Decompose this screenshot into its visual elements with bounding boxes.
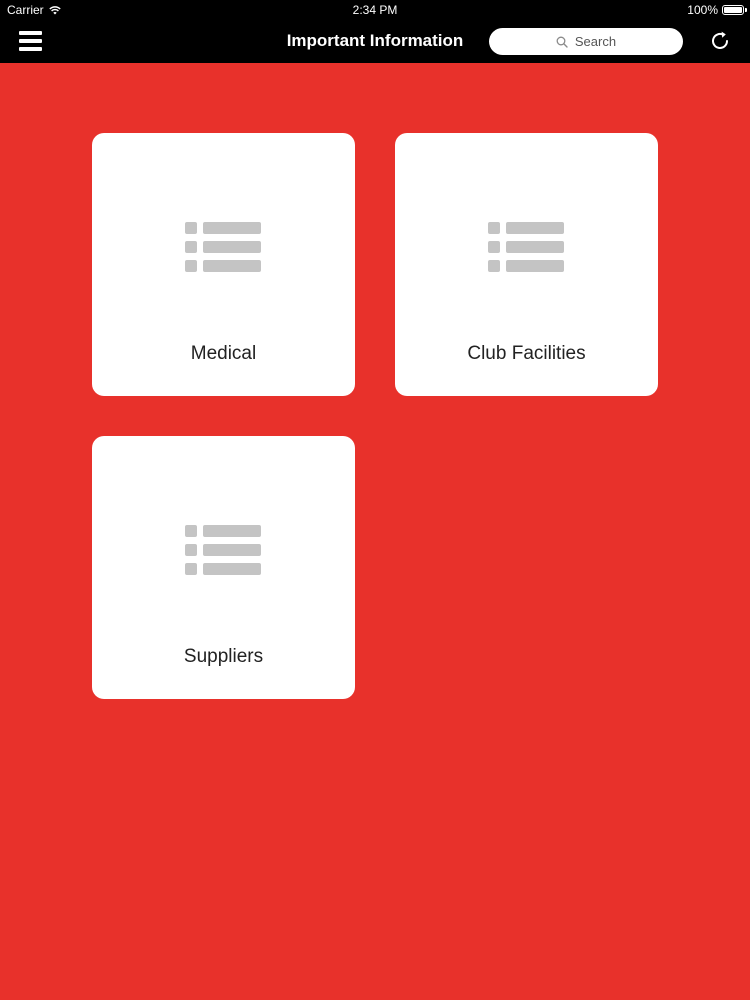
battery-percent: 100% bbox=[687, 3, 718, 17]
search-icon bbox=[556, 36, 568, 48]
tile-medical[interactable]: Medical bbox=[92, 133, 355, 396]
search-placeholder: Search bbox=[574, 34, 617, 49]
status-bar: Carrier 2:34 PM 100% bbox=[0, 0, 750, 20]
refresh-icon[interactable] bbox=[708, 29, 732, 53]
page-title: Important Information bbox=[286, 31, 464, 50]
tile-label: Club Facilities bbox=[467, 343, 586, 364]
hamburger-menu-icon[interactable] bbox=[19, 31, 42, 51]
tile-label: Medical bbox=[190, 343, 257, 364]
list-icon bbox=[488, 222, 564, 272]
search-input[interactable]: Search bbox=[489, 28, 683, 55]
tile-suppliers[interactable]: Suppliers bbox=[92, 436, 355, 699]
tile-club-facilities[interactable]: Club Facilities bbox=[395, 133, 658, 396]
battery-fill bbox=[724, 7, 742, 13]
battery-indicator: 100% bbox=[687, 3, 747, 17]
battery-icon bbox=[722, 5, 747, 15]
list-icon bbox=[185, 222, 261, 272]
list-icon bbox=[185, 525, 261, 575]
status-time: 2:34 PM bbox=[352, 3, 398, 17]
tile-label: Suppliers bbox=[183, 646, 264, 667]
nav-bar: Important Information Search bbox=[0, 20, 750, 63]
